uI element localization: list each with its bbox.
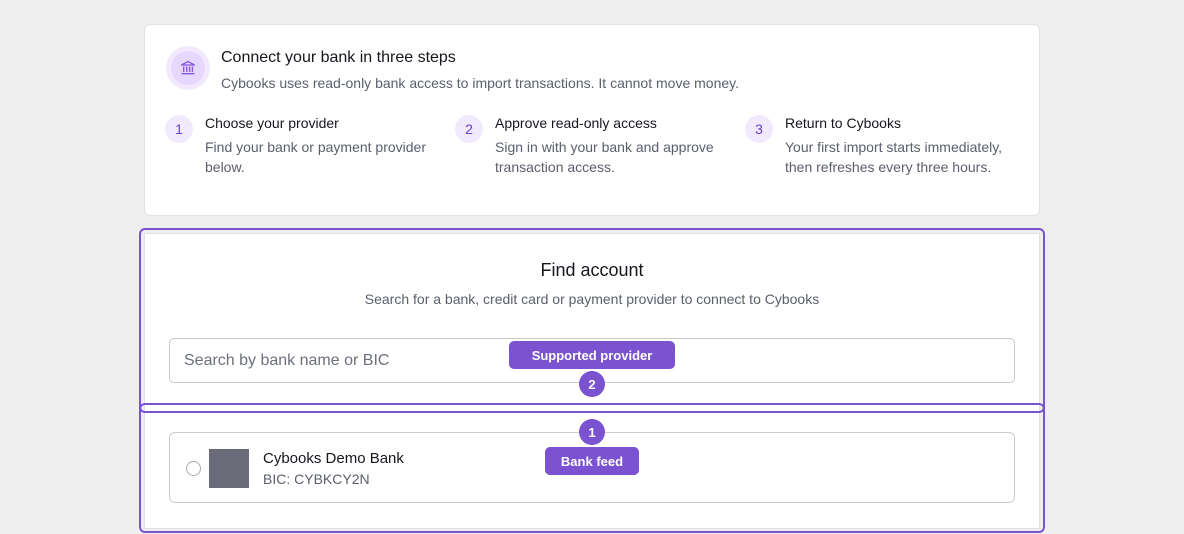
supported-provider-number: 2 [579,371,605,397]
bank-feed-tag: Bank feed [545,447,639,475]
bank-icon [180,60,196,75]
step-description: Sign in with your bank and approve trans… [495,139,714,175]
bank-badge [166,46,210,90]
step-number: 3 [745,115,773,143]
step-title: Approve read-only access [495,115,657,131]
connect-steps-card: Connect your bank in three steps Cybooks… [144,24,1040,216]
steps-title: Connect your bank in three steps [221,49,456,66]
supported-provider-tag: Supported provider [509,341,675,369]
step-description: Find your bank or payment provider below… [205,139,426,175]
step-description: Your first import starts immediately, th… [785,139,1003,175]
bank-feed-number: 1 [579,419,605,445]
steps-subtitle: Cybooks uses read-only bank access to im… [221,75,739,91]
step-title: Return to Cybooks [785,115,901,131]
step-number: 1 [165,115,193,143]
step-number: 2 [455,115,483,143]
step-title: Choose your provider [205,115,339,131]
